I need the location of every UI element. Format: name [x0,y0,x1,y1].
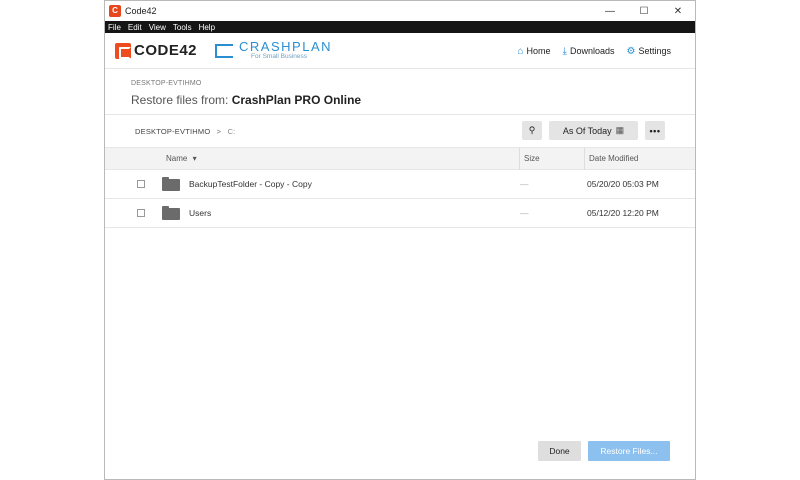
restore-header: DESKTOP-EVTIHMO Restore files from: Cras… [105,69,695,115]
restore-source: CrashPlan PRO Online [231,93,362,107]
done-button[interactable]: Done [538,441,581,461]
row-checkbox[interactable] [137,180,145,188]
app-header: CODE42 CRASHPLAN For Small Business ⌂ Ho… [105,33,695,69]
search-button[interactable]: ⚲ [522,121,542,140]
file-size: — [520,208,529,218]
title-bar: C Code42 — ☐ ✕ [105,1,695,21]
nav-downloads-label: Downloads [569,46,615,56]
menu-help[interactable]: Help [199,23,215,32]
download-icon: ⤓ [562,45,567,57]
file-date: 05/20/20 05:03 PM [587,179,659,189]
code42-logo-text: CODE42 [134,42,198,59]
sort-desc-icon: ▾ [192,154,197,163]
column-name[interactable]: Name ▾ [166,154,197,163]
menu-tools[interactable]: Tools [173,23,192,32]
crashplan-logo: CRASHPLAN For Small Business [215,40,332,61]
app-window: C Code42 — ☐ ✕ File Edit View Tools Help… [104,0,696,480]
calendar-icon: ▦ [615,125,625,135]
as-of-label: As Of Today [562,125,612,136]
nav-settings[interactable]: ⚙ Settings [627,46,672,57]
breadcrumb: DESKTOP-EVTIHMO > C: [135,127,235,136]
file-date: 05/12/20 12:20 PM [587,208,659,218]
row-checkbox[interactable] [137,209,145,217]
column-name-label: Name [166,154,188,163]
nav-downloads[interactable]: ⤓ Downloads [563,46,615,57]
file-name[interactable]: BackupTestFolder - Copy - Copy [189,179,312,189]
more-icon: ••• [649,125,661,136]
window-title: Code42 [125,6,157,16]
nav-home[interactable]: ⌂ Home [517,46,550,57]
code42-logo: CODE42 [115,42,197,59]
home-icon: ⌂ [517,45,524,57]
menu-bar: File Edit View Tools Help [105,21,695,33]
crashplan-logo-icon [215,43,234,58]
breadcrumb-device[interactable]: DESKTOP-EVTIHMO [135,127,210,136]
column-size[interactable]: Size [519,147,540,170]
file-toolbar: DESKTOP-EVTIHMO > C: ⚲ As Of Today ▦ ••• [105,115,695,148]
restore-files-button[interactable]: Restore Files... [588,441,670,461]
maximize-button[interactable]: ☐ [627,1,661,21]
breadcrumb-separator: > [216,126,222,136]
window-controls: — ☐ ✕ [593,1,695,21]
top-nav: ⌂ Home ⤓ Downloads ⚙ Settings [505,33,671,69]
search-icon: ⚲ [528,125,536,135]
folder-icon [162,206,180,220]
restore-title-prefix: Restore files from: [131,93,229,107]
minimize-button[interactable]: — [593,1,627,21]
folder-icon [162,177,180,191]
nav-settings-label: Settings [638,46,671,56]
gear-icon: ⚙ [626,45,636,57]
menu-file[interactable]: File [108,23,121,32]
code42-app-icon: C [109,5,121,17]
device-name: DESKTOP-EVTIHMO [131,80,202,87]
nav-home-label: Home [526,46,551,56]
crashplan-logo-subtitle: For Small Business [251,53,308,61]
table-row[interactable]: BackupTestFolder - Copy - Copy — 05/20/2… [105,170,695,199]
as-of-date-button[interactable]: As Of Today ▦ [549,121,638,140]
file-table-header: Name ▾ Size Date Modified [105,147,695,170]
menu-edit[interactable]: Edit [128,23,142,32]
more-options-button[interactable]: ••• [645,121,665,140]
breadcrumb-drive[interactable]: C: [228,127,236,136]
code42-logo-icon [115,42,131,59]
crashplan-logo-text: CRASHPLAN [239,39,332,55]
column-date-modified[interactable]: Date Modified [584,147,638,170]
file-size: — [520,179,529,189]
table-row[interactable]: Users — 05/12/20 12:20 PM [105,199,695,228]
page-title: Restore files from: CrashPlan PRO Online [131,93,695,107]
file-name[interactable]: Users [189,208,211,218]
close-button[interactable]: ✕ [661,1,695,21]
menu-view[interactable]: View [149,23,166,32]
